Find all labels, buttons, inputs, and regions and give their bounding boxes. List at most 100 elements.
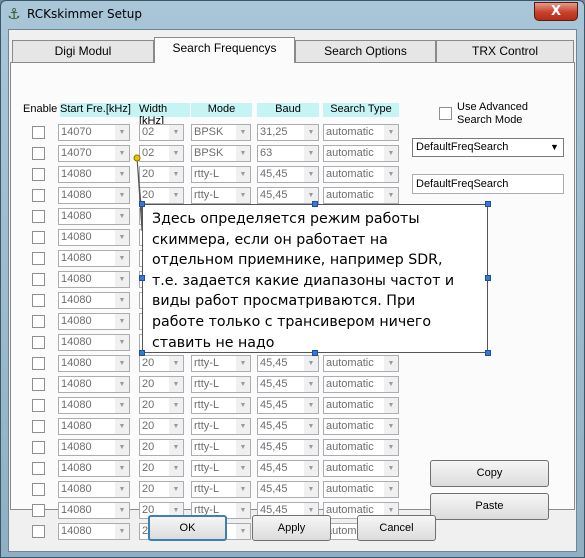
- search-type-combo[interactable]: automatic ▼: [323, 418, 399, 435]
- enable-checkbox[interactable]: [32, 210, 45, 223]
- chevron-down-icon[interactable]: ▼: [304, 398, 318, 413]
- chevron-down-icon[interactable]: ▼: [115, 377, 129, 392]
- start-freq-combo[interactable]: 14080 ▼: [58, 187, 130, 204]
- search-type-combo[interactable]: automatic ▼: [323, 460, 399, 477]
- enable-checkbox[interactable]: [32, 357, 45, 370]
- enable-checkbox[interactable]: [32, 294, 45, 307]
- chevron-down-icon[interactable]: ▼: [115, 188, 129, 203]
- chevron-down-icon[interactable]: ▼: [384, 482, 398, 497]
- enable-checkbox[interactable]: [32, 525, 45, 538]
- start-freq-combo[interactable]: 14070 ▼: [58, 145, 130, 162]
- use-advanced-checkbox[interactable]: [439, 107, 452, 120]
- mode-combo[interactable]: rtty-L ▼: [191, 166, 251, 183]
- width-combo[interactable]: 02 ▼: [139, 145, 184, 162]
- chevron-down-icon[interactable]: ▼: [236, 461, 250, 476]
- width-combo[interactable]: 20 ▼: [139, 418, 184, 435]
- width-combo[interactable]: 20 ▼: [139, 376, 184, 393]
- chevron-down-icon[interactable]: ▼: [236, 419, 250, 434]
- chevron-down-icon[interactable]: ▼: [115, 209, 129, 224]
- chevron-down-icon[interactable]: ▼: [115, 398, 129, 413]
- tab-search-options[interactable]: Search Options: [295, 40, 436, 62]
- start-freq-combo[interactable]: 14080 ▼: [58, 397, 130, 414]
- chevron-down-icon[interactable]: ▼: [115, 293, 129, 308]
- search-type-combo[interactable]: automatic ▼: [323, 439, 399, 456]
- chevron-down-icon[interactable]: ▼: [115, 335, 129, 350]
- chevron-down-icon[interactable]: ▼: [115, 314, 129, 329]
- search-type-combo[interactable]: automatic ▼: [323, 166, 399, 183]
- width-combo[interactable]: 20 ▼: [139, 439, 184, 456]
- width-combo[interactable]: 20 ▼: [139, 397, 184, 414]
- search-type-combo[interactable]: automatic ▼: [323, 145, 399, 162]
- chevron-down-icon[interactable]: ▼: [304, 419, 318, 434]
- search-type-combo[interactable]: automatic ▼: [323, 187, 399, 204]
- baud-combo[interactable]: 45,45 ▼: [257, 166, 319, 183]
- chevron-down-icon[interactable]: ▼: [304, 146, 318, 161]
- start-freq-combo[interactable]: 14080 ▼: [58, 439, 130, 456]
- chevron-down-icon[interactable]: ▼: [169, 356, 183, 371]
- chevron-down-icon[interactable]: ▼: [236, 524, 250, 539]
- chevron-down-icon[interactable]: ▼: [169, 167, 183, 182]
- apply-button[interactable]: Apply: [252, 515, 331, 541]
- start-freq-combo[interactable]: 14080 ▼: [58, 523, 130, 540]
- chevron-down-icon[interactable]: ▼: [236, 146, 250, 161]
- search-type-combo[interactable]: automatic ▼: [323, 376, 399, 393]
- enable-checkbox[interactable]: [32, 483, 45, 496]
- preset-select[interactable]: DefaultFreqSearch ▼: [412, 138, 564, 157]
- width-combo[interactable]: 20 ▼: [139, 355, 184, 372]
- chevron-down-icon[interactable]: ▼: [169, 440, 183, 455]
- start-freq-combo[interactable]: 14080 ▼: [58, 292, 130, 309]
- chevron-down-icon[interactable]: ▼: [384, 146, 398, 161]
- chevron-down-icon[interactable]: ▼: [384, 461, 398, 476]
- enable-checkbox[interactable]: [32, 231, 45, 244]
- start-freq-combo[interactable]: 14080 ▼: [58, 208, 130, 225]
- mode-combo[interactable]: rtty-L ▼: [191, 481, 251, 498]
- enable-checkbox[interactable]: [32, 315, 45, 328]
- chevron-down-icon[interactable]: ▼: [169, 461, 183, 476]
- enable-checkbox[interactable]: [32, 378, 45, 391]
- start-freq-combo[interactable]: 14080 ▼: [58, 418, 130, 435]
- start-freq-combo[interactable]: 14070 ▼: [58, 124, 130, 141]
- chevron-down-icon[interactable]: ▼: [304, 461, 318, 476]
- preset-name-field[interactable]: DefaultFreqSearch: [412, 174, 564, 194]
- mode-combo[interactable]: rtty-L ▼: [191, 460, 251, 477]
- mode-combo[interactable]: rtty-L ▼: [191, 376, 251, 393]
- baud-combo[interactable]: 45,45 ▼: [257, 439, 319, 456]
- chevron-down-icon[interactable]: ▼: [169, 125, 183, 140]
- callout-note[interactable]: Здесь определяется режим работы скиммера…: [142, 204, 488, 353]
- baud-combo[interactable]: 45,45 ▼: [257, 481, 319, 498]
- ok-button[interactable]: OK: [148, 515, 227, 541]
- chevron-down-icon[interactable]: ▼: [304, 440, 318, 455]
- chevron-down-icon[interactable]: ▼: [115, 419, 129, 434]
- baud-combo[interactable]: 45,45 ▼: [257, 460, 319, 477]
- chevron-down-icon[interactable]: ▼: [169, 482, 183, 497]
- chevron-down-icon[interactable]: ▼: [115, 125, 129, 140]
- chevron-down-icon[interactable]: ▼: [236, 356, 250, 371]
- mode-combo[interactable]: rtty-L ▼: [191, 187, 251, 204]
- close-button[interactable]: X: [534, 2, 578, 21]
- start-freq-combo[interactable]: 14080 ▼: [58, 250, 130, 267]
- start-freq-combo[interactable]: 14080 ▼: [58, 460, 130, 477]
- enable-checkbox[interactable]: [32, 147, 45, 160]
- enable-checkbox[interactable]: [32, 336, 45, 349]
- chevron-down-icon[interactable]: ▼: [384, 356, 398, 371]
- width-combo[interactable]: 20 ▼: [139, 460, 184, 477]
- baud-combo[interactable]: 45,45 ▼: [257, 418, 319, 435]
- width-combo[interactable]: 20 ▼: [139, 481, 184, 498]
- start-freq-combo[interactable]: 14080 ▼: [58, 271, 130, 288]
- start-freq-combo[interactable]: 14080 ▼: [58, 502, 130, 519]
- baud-combo[interactable]: 31,25 ▼: [257, 124, 319, 141]
- enable-checkbox[interactable]: [32, 504, 45, 517]
- chevron-down-icon[interactable]: ▼: [384, 188, 398, 203]
- mode-combo[interactable]: rtty-L ▼: [191, 439, 251, 456]
- chevron-down-icon[interactable]: ▼: [115, 167, 129, 182]
- chevron-down-icon[interactable]: ▼: [236, 167, 250, 182]
- chevron-down-icon[interactable]: ▼: [384, 167, 398, 182]
- tab-digi-modul[interactable]: Digi Modul: [12, 40, 154, 62]
- chevron-down-icon[interactable]: ▼: [304, 482, 318, 497]
- baud-combo[interactable]: 45,45 ▼: [257, 397, 319, 414]
- enable-checkbox[interactable]: [32, 252, 45, 265]
- chevron-down-icon[interactable]: ▼: [304, 356, 318, 371]
- chevron-down-icon[interactable]: ▼: [115, 482, 129, 497]
- resize-handle-bottom[interactable]: [312, 350, 318, 356]
- chevron-down-icon[interactable]: ▼: [169, 419, 183, 434]
